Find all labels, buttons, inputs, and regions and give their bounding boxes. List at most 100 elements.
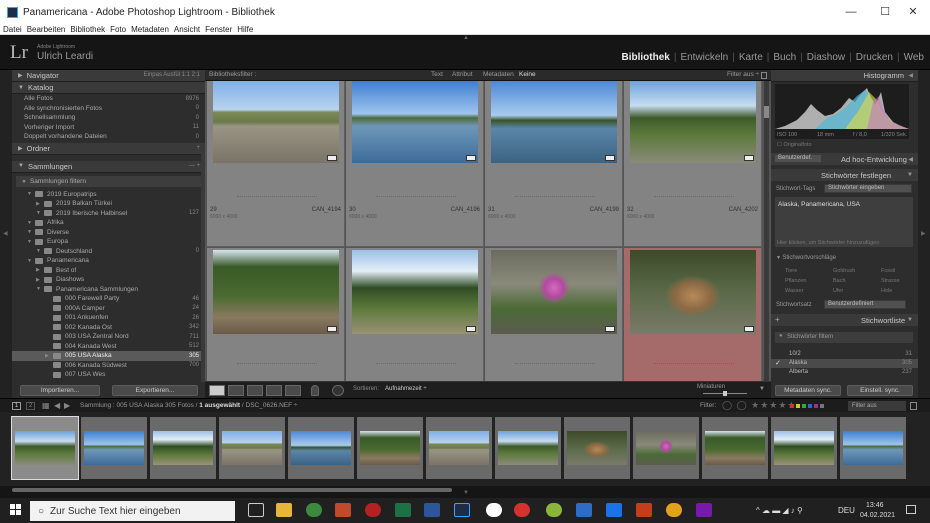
original-photo-checkbox[interactable]: ☐ Originalfoto [777, 142, 812, 148]
disclosure-triangle-icon[interactable]: ▶ [45, 353, 53, 359]
collection-item[interactable]: ▼ 2019 Europatrips [12, 190, 205, 200]
module-web[interactable]: Web [904, 52, 924, 63]
keyword-tags-select[interactable]: Stichwörter eingeben [824, 184, 912, 193]
filter-text[interactable]: Text [431, 71, 443, 78]
keyword-suggestion[interactable]: Ufer [833, 288, 843, 294]
filmstrip-thumbnail[interactable] [219, 417, 285, 479]
quick-develop-header[interactable]: Benutzerdef. Ad hoc-Entwicklung ◀ [771, 153, 918, 165]
grid-cell[interactable]: 31 6000 x 4000 CAN_4199 [485, 81, 623, 247]
collection-item[interactable]: ▼ Europa [12, 237, 205, 247]
collection-item[interactable]: ▼ 2019 Iberische Halbinsel 127 [12, 209, 205, 219]
catalog-item[interactable]: Doppelt vorhandene Dateien 0 [12, 132, 205, 142]
catalog-header[interactable]: ▼ Katalog [12, 82, 205, 94]
disclosure-triangle-icon[interactable]: ▼ [27, 191, 35, 197]
collection-item[interactable]: 000A Camper 24 [12, 304, 205, 314]
filmstrip-thumbnail[interactable] [495, 417, 561, 479]
filmstrip-thumbnail[interactable] [357, 417, 423, 479]
collection-item[interactable]: ▼ Diverse [12, 228, 205, 238]
survey-view-icon[interactable] [266, 385, 282, 396]
filmstrip-thumbnail[interactable] [771, 417, 837, 479]
quick-develop-preset-select[interactable]: Benutzerdef. [774, 154, 822, 163]
menu-bearbeiten[interactable]: Bearbeiten [27, 25, 66, 34]
forward-arrow-icon[interactable]: ▶ [64, 401, 70, 410]
collection-item[interactable]: 004 Kanada West 512 [12, 342, 205, 352]
compare-view-icon[interactable] [247, 385, 263, 396]
grid-cell[interactable]: 30 6000 x 4000 CAN_4196 [346, 81, 484, 247]
menu-ansicht[interactable]: Ansicht [174, 25, 200, 34]
photo-thumbnail[interactable] [213, 81, 339, 163]
disclosure-triangle-icon[interactable]: ▼ [36, 210, 44, 216]
keyword-list-header[interactable]: + Stichwortliste ▼ [771, 314, 918, 326]
menu-hilfe[interactable]: Hilfe [237, 25, 253, 34]
camera-app-icon[interactable] [486, 503, 502, 517]
sync-metadata-button[interactable]: Metadaten sync. [775, 385, 841, 396]
collection-item[interactable]: ▼ Panamericana Sammlungen [12, 285, 205, 295]
module-diashow[interactable]: Diashow [807, 52, 845, 63]
grid-cell[interactable] [346, 248, 484, 381]
filmstrip-scrollbar[interactable] [12, 488, 452, 492]
filter-lock-icon[interactable] [910, 402, 917, 410]
module-bibliothek[interactable]: Bibliothek [621, 52, 669, 63]
rating-dots[interactable] [237, 363, 317, 365]
collection-item[interactable]: ▶ Diashows [12, 275, 205, 285]
disclosure-triangle-icon[interactable]: ▼ [27, 239, 35, 245]
right-panel-toggle-strip[interactable]: ▶ [918, 70, 930, 398]
module-karte[interactable]: Karte [739, 52, 763, 63]
lock-icon[interactable] [761, 72, 767, 79]
keyword-list-item[interactable]: ✓ Alaska 305 [771, 359, 918, 368]
catalog-item[interactable]: Alle Fotos 8976 [12, 94, 205, 104]
keyword-suggestion[interactable]: Bach [833, 278, 846, 284]
sort-select[interactable]: Aufnahmezeit ÷ [385, 386, 427, 392]
grid-scrollbar[interactable] [764, 81, 769, 381]
collection-item[interactable]: 002 Kanada Ost 342 [12, 323, 205, 333]
keyword-suggestion[interactable]: Pflanzen [785, 278, 806, 284]
collection-item[interactable]: 001 Ankuenfen 26 [12, 313, 205, 323]
onenote-icon[interactable] [696, 503, 712, 517]
chrome-icon[interactable] [306, 503, 322, 517]
disclosure-triangle-icon[interactable]: ▶ [36, 277, 44, 283]
page-2-button[interactable]: 2 [26, 402, 35, 410]
filmstrip-filter-select[interactable]: Filter aus [848, 401, 906, 411]
tray-icons[interactable]: ^ ☁ ▬ ◢ ♪ ⚲ [756, 506, 803, 515]
collection-item[interactable]: 003 USA Zentral Nord 711 [12, 332, 205, 342]
people-view-icon[interactable] [285, 385, 301, 396]
filmstrip-thumbnail[interactable] [633, 417, 699, 479]
collection-item[interactable]: 006 Kanada Südwest 700 [12, 361, 205, 371]
paint-app-icon[interactable] [335, 503, 351, 517]
filmstrip-thumbnail[interactable] [564, 417, 630, 479]
keyword-suggestion[interactable]: Hole [881, 288, 892, 294]
keyword-suggestion[interactable]: Strasse [881, 278, 900, 284]
disclosure-triangle-icon[interactable]: ▼ [36, 248, 44, 254]
powerpoint-icon[interactable] [636, 503, 652, 517]
catalog-item[interactable]: Schnellsammlung 0 [12, 113, 205, 123]
collection-item[interactable]: ▶ 2019 Balkan Türkei [12, 199, 205, 209]
disclosure-triangle-icon[interactable]: ▼ [36, 286, 44, 292]
back-arrow-icon[interactable]: ◀ [54, 401, 60, 410]
filmstrip-thumbnail[interactable] [150, 417, 216, 479]
module-entwickeln[interactable]: Entwickeln [680, 52, 728, 63]
grid-cell[interactable]: 29 6000 x 4000 CAN_4194 [207, 81, 345, 247]
photo-thumbnail[interactable] [491, 250, 617, 334]
collection-item[interactable]: ▼ Deutschland 0 [12, 247, 205, 257]
notification-icon[interactable] [906, 505, 916, 514]
module-drucken[interactable]: Drucken [856, 52, 893, 63]
navigator-header[interactable]: ▶ Navigator Einpas Ausfül 1:1 2:1 [12, 70, 205, 82]
star-rating-filter[interactable]: ◯ ◯ ★★★★★ [722, 400, 797, 411]
add-keyword-button[interactable]: + [775, 315, 780, 324]
collection-item[interactable]: ▶ 005 USA Alaska 305 [12, 351, 205, 361]
file-explorer-icon[interactable] [276, 503, 292, 517]
rating-dots[interactable] [237, 196, 317, 198]
collections-header[interactable]: ▼ Sammlungen — + [12, 160, 205, 173]
filmstrip-thumbnail[interactable] [81, 417, 147, 479]
taskbar-search-input[interactable]: ○ Zur Suche Text hier eingeben [30, 501, 235, 521]
keyword-suggestion[interactable]: Fossil [881, 268, 895, 274]
disclosure-triangle-icon[interactable]: ▼ [27, 229, 35, 235]
filter-preset-select[interactable]: Filter aus ÷ [727, 71, 759, 78]
photos-app-icon[interactable] [576, 503, 592, 517]
bottom-panel-strip[interactable]: ▼ [0, 486, 930, 498]
folders-header[interactable]: ▶ Ordner + [12, 142, 205, 155]
filter-metadata[interactable]: Metadaten [483, 71, 514, 78]
menu-datei[interactable]: Datei [3, 25, 22, 34]
red-app-icon[interactable] [365, 503, 381, 517]
add-collection-button[interactable]: — + [189, 163, 200, 169]
